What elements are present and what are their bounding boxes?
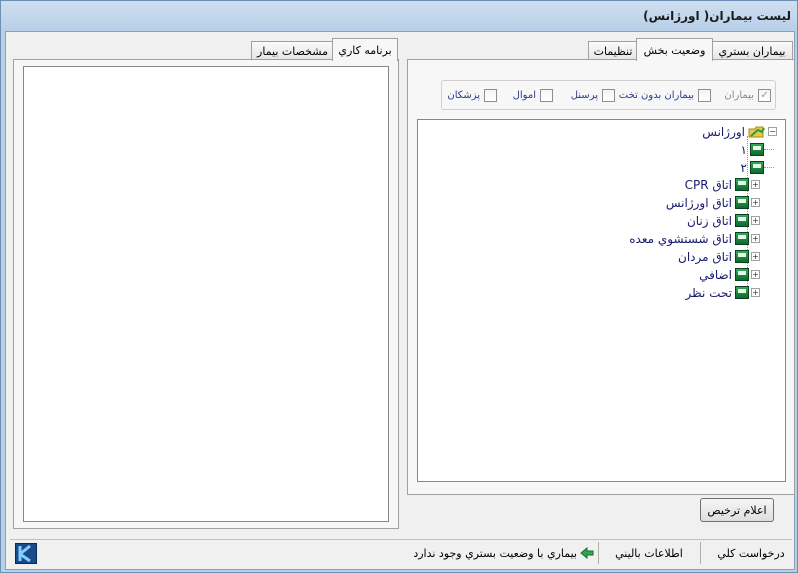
expand-icon[interactable]: + (751, 288, 760, 297)
work-schedule-panel (13, 59, 399, 529)
filter-physicians[interactable]: پزشكان (447, 88, 497, 103)
tree-node-emergency-room[interactable]: + اتاق اورژانس (666, 194, 760, 211)
bed-icon (750, 143, 764, 156)
tab-inpatients[interactable]: بيماران بستري (711, 41, 793, 61)
expand-icon[interactable]: + (751, 198, 760, 207)
bed-icon (735, 232, 749, 245)
bed-icon (735, 214, 749, 227)
tree-node-gastric-lavage-room[interactable]: + اتاق شستشوي معده (629, 230, 760, 247)
folder-icon (748, 125, 766, 139)
window-title: ليست بيماران( اورژانس) (643, 9, 791, 23)
general-request[interactable]: درخواست كلي (716, 540, 786, 566)
tree-node-2[interactable]: ٢ (741, 159, 774, 176)
tab-work-schedule[interactable]: برنامه كاري (332, 38, 398, 61)
bed-icon (735, 196, 749, 209)
bed-icon (750, 161, 764, 174)
expand-icon[interactable]: + (751, 270, 760, 279)
clinical-info[interactable]: اطلاعات باليني (606, 540, 692, 566)
tree-node-extra[interactable]: + اضافي (699, 266, 760, 283)
main-window: ليست بيماران( اورژانس) بيماران بستري وضع… (0, 0, 798, 573)
tree-node-women-room[interactable]: + اتاق زنان (687, 212, 760, 229)
filter-staff-checkbox[interactable] (602, 89, 615, 102)
app-logo-icon (15, 543, 37, 564)
tree-root[interactable]: − اورژانس (702, 123, 777, 140)
filter-physicians-checkbox[interactable] (484, 89, 497, 102)
tree-node-1[interactable]: ١ (741, 141, 774, 158)
ward-status-panel: ✓ بيماران بيماران بدون تخت پرسنل اموال پ… (407, 59, 795, 495)
filter-assets-checkbox[interactable] (540, 89, 553, 102)
bed-icon (735, 178, 749, 191)
expand-icon[interactable]: + (751, 180, 760, 189)
tab-patient-details[interactable]: مشخصات بيمار (251, 41, 334, 61)
tab-ward-status[interactable]: وضعيت بخش (636, 38, 713, 61)
expand-icon[interactable]: + (751, 252, 760, 261)
bed-icon (735, 286, 749, 299)
filter-assets[interactable]: اموال (513, 88, 553, 103)
green-arrow-icon (580, 547, 594, 559)
bed-icon (735, 250, 749, 263)
tree-node-men-room[interactable]: + اتاق مردان (678, 248, 760, 265)
filter-group: ✓ بيماران بيماران بدون تخت پرسنل اموال پ… (441, 80, 776, 110)
filter-patients-no-bed[interactable]: بيماران بدون تخت (619, 88, 711, 103)
status-bar: درخواست كلي اطلاعات باليني بيماري با وضع… (10, 539, 792, 566)
filter-staff[interactable]: پرسنل (571, 88, 615, 103)
discharge-button[interactable]: اعلام ترخيص (700, 498, 774, 522)
filter-patients-checkbox[interactable]: ✓ (758, 89, 771, 102)
bed-icon (735, 268, 749, 281)
status-message: بيماري با وضعيت بستري وجود ندارد (413, 540, 594, 566)
client-area: بيماران بستري وضعيت بخش تنظيمات ✓ بيمارا… (5, 31, 795, 570)
tree-node-observation[interactable]: + تحت نظر (686, 284, 760, 301)
tab-settings[interactable]: تنظيمات (588, 41, 638, 61)
work-schedule-list[interactable] (23, 66, 389, 522)
expand-icon[interactable]: + (751, 216, 760, 225)
collapse-icon[interactable]: − (768, 127, 777, 136)
left-tab-strip: برنامه كاري مشخصات بيمار (9, 38, 399, 61)
right-tab-strip: بيماران بستري وضعيت بخش تنظيمات (408, 38, 794, 61)
filter-patients-no-bed-checkbox[interactable] (698, 89, 711, 102)
expand-icon[interactable]: + (751, 234, 760, 243)
filter-patients[interactable]: ✓ بيماران (724, 88, 771, 103)
ward-tree[interactable]: − اورژانس ١ ٢ + اتاق CPR + اتاق اورژانس … (417, 119, 786, 482)
tree-node-cpr-room[interactable]: + اتاق CPR (685, 176, 760, 193)
